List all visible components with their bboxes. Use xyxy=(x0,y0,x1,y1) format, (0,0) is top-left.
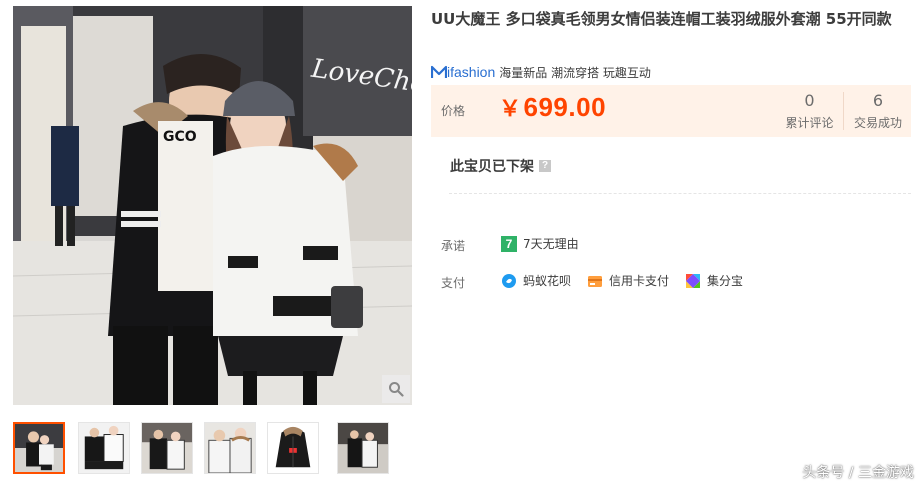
payment-jifenbao-label: 集分宝 xyxy=(707,274,744,288)
promise-label: 承诺 xyxy=(441,239,466,253)
sold-label: 交易成功 xyxy=(853,116,902,130)
reviews-stat[interactable]: 0 累计评论 xyxy=(776,92,844,130)
offline-status-text: 此宝贝已下架 xyxy=(450,159,534,175)
price-label: 价格 xyxy=(441,104,466,118)
currency-symbol: ￥ xyxy=(499,96,522,121)
payment-credit-card-label: 信用卡支付 xyxy=(609,274,670,288)
brand-tags: 海量新品 潮流穿搭 玩趣互动 xyxy=(499,65,651,80)
thumbnail-couple-sitting xyxy=(79,423,129,473)
thumbnail-black-jacket xyxy=(268,423,318,473)
brand-row: ifashion 海量新品 潮流穿搭 玩趣互动 xyxy=(431,62,651,82)
price-value: ￥699.00 xyxy=(499,91,606,123)
svg-text:GCO: GCO xyxy=(163,129,197,145)
payment-jifenbao[interactable]: 集分宝 xyxy=(685,272,743,289)
thumbnail-3[interactable] xyxy=(141,422,193,474)
reviews-count: 0 xyxy=(804,91,815,110)
thumbnail-2[interactable] xyxy=(78,422,130,474)
thumbnail-1[interactable] xyxy=(13,422,65,474)
price-panel: 价格 ￥699.00 0 累计评论 6 交易成功 xyxy=(431,85,911,137)
section-divider xyxy=(449,193,911,194)
thumbnail-couple-standing xyxy=(142,423,192,473)
thumbnail-6[interactable] xyxy=(337,422,389,474)
payment-huabei[interactable]: 蚂蚁花呗 xyxy=(501,272,571,289)
payment-label: 支付 xyxy=(441,276,466,290)
thumbnail-couple-storefront xyxy=(15,424,63,472)
watermark-text: 头条号 / 三金游戏 xyxy=(802,465,914,481)
seven-day-return-icon: 7 xyxy=(501,235,517,252)
payment-credit-card[interactable]: 信用卡支付 xyxy=(587,272,669,289)
price-amount: 699.00 xyxy=(523,92,607,122)
sold-count: 6 xyxy=(872,91,884,110)
thumbnail-couple-street xyxy=(338,423,388,473)
promise-item[interactable]: 7 7天无理由 xyxy=(501,235,579,252)
reviews-label: 累计评论 xyxy=(785,116,834,130)
thumbnail-4[interactable] xyxy=(204,422,256,474)
main-product-image[interactable]: LoveCheerful GCO xyxy=(13,6,412,405)
brand-logo-text: ifashion xyxy=(447,64,496,80)
jifenbao-icon xyxy=(686,273,700,288)
promise-text: 7天无理由 xyxy=(523,237,579,251)
ifashion-m-icon xyxy=(431,65,447,78)
huabei-icon xyxy=(502,273,516,288)
thumbnail-5[interactable] xyxy=(267,422,319,474)
product-title: UU大魔王 多口袋真毛领男女情侣装连帽工装羽绒服外套潮 55开同款 xyxy=(431,10,892,28)
magnifier-icon xyxy=(389,382,404,397)
credit-card-icon xyxy=(588,275,602,287)
thumbnail-couple-closeup xyxy=(205,423,255,473)
help-icon[interactable]: ? xyxy=(539,160,551,172)
payment-huabei-label: 蚂蚁花呗 xyxy=(523,274,572,288)
offline-status: 此宝贝已下架 ? xyxy=(450,156,551,176)
product-photo-illustration: LoveCheerful GCO xyxy=(13,6,412,405)
zoom-button[interactable] xyxy=(382,375,410,403)
sold-stat[interactable]: 6 交易成功 xyxy=(844,92,912,131)
ifashion-logo[interactable]: ifashion xyxy=(431,64,495,80)
